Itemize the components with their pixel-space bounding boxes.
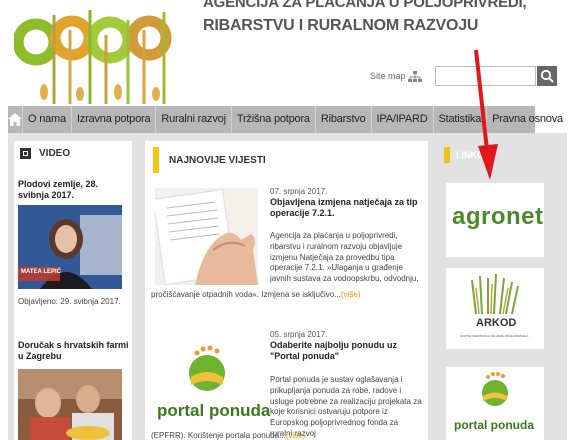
news-1-body-tail: pročišćavanje otpadnih voda«. Izmjena se… <box>151 290 426 301</box>
link-portal-ponuda[interactable]: portal ponuda <box>446 367 544 440</box>
main-nav: O nama Izravna potpora Ruralni razvoj Tr… <box>8 106 563 133</box>
search-button[interactable] <box>537 66 557 86</box>
news-heading-label: NAJNOVIJE VIJESTI <box>169 154 266 166</box>
news-1-date: 07. srpnja 2017. <box>270 187 328 196</box>
video-1-date: Objavljeno: 29. svibnja 2017. <box>18 297 121 306</box>
news-image-1[interactable] <box>152 188 258 286</box>
news-2-body-tail: (EPFRR). Korištenje portala ponuda...(vi… <box>151 431 426 440</box>
video-thumbnail-1[interactable]: MATEA LEPIĆ <box>18 205 122 289</box>
link-agronet[interactable]: agronet <box>446 183 544 257</box>
news-2-body-tail-text: (EPFRR). Korištenje portala ponuda... <box>151 431 286 440</box>
sitemap-link[interactable]: Site map <box>370 71 406 81</box>
video-1-caption: MATEA LEPIĆ <box>21 269 61 275</box>
video-heading: VIDEO <box>20 148 70 159</box>
video-title-1[interactable]: Plodovi zemlje, 28. svibnja 2017. <box>18 179 130 201</box>
home-button[interactable] <box>8 106 22 133</box>
news-2-title[interactable]: Odaberite najbolju ponudu uz "Portal pon… <box>270 340 420 362</box>
nav-item-o-nama[interactable]: O nama <box>22 106 71 133</box>
video-thumbnail-2[interactable] <box>18 369 122 440</box>
news-2-more-link[interactable]: (više) <box>286 431 306 440</box>
nav-item-izravna-potpora[interactable]: Izravna potpora <box>70 106 155 133</box>
nav-item-ribarstvo[interactable]: Ribarstvo <box>314 106 371 133</box>
search-input[interactable] <box>435 66 536 86</box>
news-2-date: 05. srpnja 2017. <box>270 330 328 339</box>
page-frame: AGENCIJA ZA PLAĆANJA U POLJOPRIVREDI, RI… <box>8 0 567 440</box>
news-heading: NAJNOVIJE VIJESTI <box>153 147 266 173</box>
search-icon <box>540 69 554 83</box>
arkod-logo-text: ARKOD <box>476 317 517 329</box>
header: AGENCIJA ZA PLAĆANJA U POLJOPRIVREDI, RI… <box>8 0 567 106</box>
agency-title-line1: AGENCIJA ZA PLAĆANJA U POLJOPRIVREDI, <box>203 0 527 11</box>
video-column: VIDEO Plodovi zemlje, 28. svibnja 2017. … <box>14 141 132 440</box>
nav-item-statistika[interactable]: Statistika <box>432 106 487 133</box>
agronet-logo-text: agronet <box>452 203 544 230</box>
links-column: LINKOVI agronet ARKOD SUSTAV IDENTIFIKAC… <box>439 141 545 440</box>
home-icon <box>8 113 22 126</box>
portal-ponuda-image-label: portal ponuda <box>157 401 271 420</box>
links-heading-label: LINKOVI <box>456 150 493 160</box>
agency-title-line2: RIBARSTVU I RURALNOM RAZVOJU <box>203 17 479 34</box>
link-arkod[interactable]: ARKOD SUSTAV IDENTIFIKACIJE ZEMLJIŠNIH P… <box>446 268 544 349</box>
video-icon <box>20 148 31 159</box>
nav-item-ruralni-razvoj[interactable]: Ruralni razvoj <box>155 106 230 133</box>
portal-ponuda-logo-text: portal ponuda <box>454 418 534 432</box>
news-1-more-link[interactable]: (više) <box>341 290 361 299</box>
nav-item-trzisna-potpora[interactable]: Tržišna potpora <box>230 106 315 133</box>
news-1-body-tail-text: pročišćavanje otpadnih voda«. Izmjena se… <box>151 290 341 299</box>
links-heading: LINKOVI <box>444 147 493 163</box>
news-image-2[interactable]: portal ponuda <box>153 341 270 427</box>
sitemap-icon[interactable] <box>408 70 422 82</box>
nav-item-pravna-osnova[interactable]: Pravna osnova <box>486 106 567 133</box>
arkod-subtitle: SUSTAV IDENTIFIKACIJE ZEMLJIŠNIH PARCELA <box>460 334 529 338</box>
news-1-body: Agencija za plaćanja u poljoprivredi, ri… <box>270 231 419 284</box>
agency-logo[interactable] <box>12 0 184 104</box>
news-1-title[interactable]: Objavljena izmjena natječaja za tip oper… <box>270 197 420 219</box>
links-heading-accent <box>444 147 450 163</box>
nav-item-ipa-ipard[interactable]: IPA/IPARD <box>370 106 433 133</box>
video-heading-label: VIDEO <box>39 148 71 159</box>
news-heading-accent <box>153 147 159 173</box>
news-column: NAJNOVIJE VIJESTI 07. srpnja 2017. Objav… <box>145 141 428 440</box>
video-title-2[interactable]: Doručak s hrvatskih farmi u Zagrebu <box>18 340 130 362</box>
